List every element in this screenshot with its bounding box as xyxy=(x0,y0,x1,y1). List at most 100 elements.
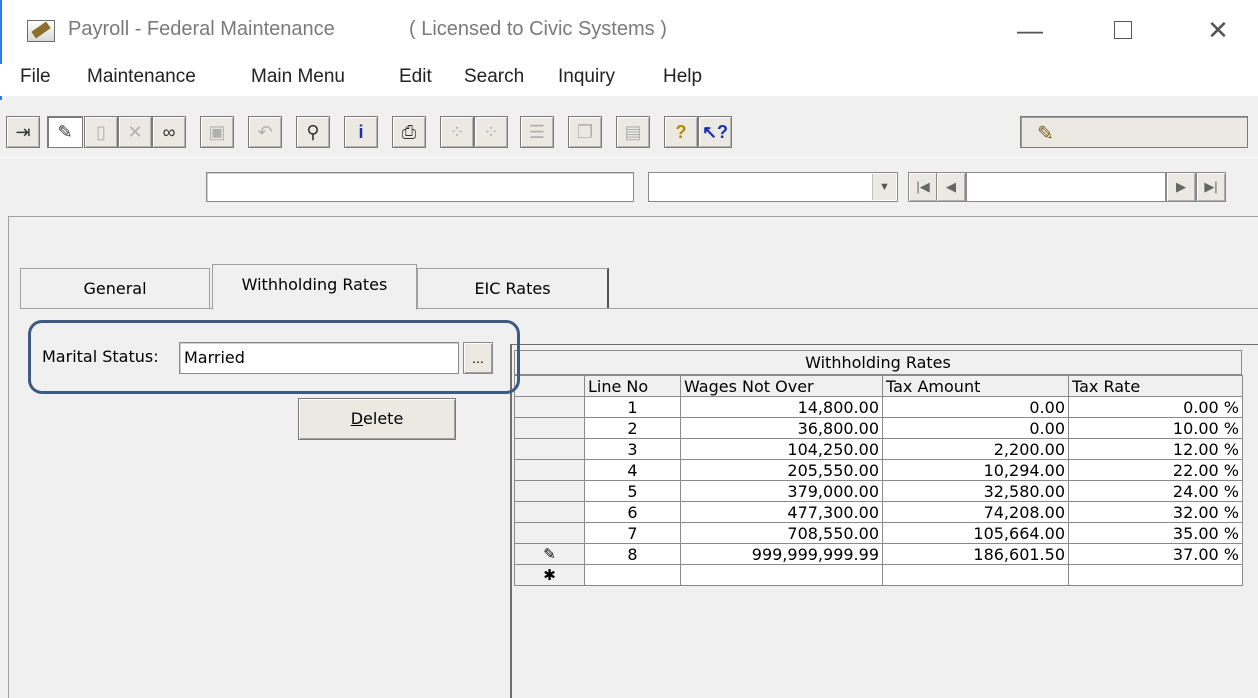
row-selector[interactable] xyxy=(514,522,585,544)
line-no-cell[interactable]: 4 xyxy=(584,459,681,481)
table-row[interactable]: 6 477,300.00 74,208.00 32.00 % xyxy=(514,501,1243,523)
close-button[interactable]: ✕ xyxy=(1188,10,1248,50)
wages-cell[interactable]: 477,300.00 xyxy=(680,501,883,523)
tab-general[interactable]: General xyxy=(20,268,210,308)
list-icon: ☰ xyxy=(528,121,546,142)
tax-amount-cell[interactable]: 105,664.00 xyxy=(882,522,1069,544)
tax-amount-cell[interactable]: 32,580.00 xyxy=(882,480,1069,502)
tax-rate-cell[interactable]: 0.00 % xyxy=(1068,396,1243,418)
wages-cell[interactable]: 36,800.00 xyxy=(680,417,883,439)
menu-search[interactable]: Search xyxy=(464,66,524,88)
tax-rate-cell[interactable]: 22.00 % xyxy=(1068,459,1243,481)
menu-maintenance[interactable]: Maintenance xyxy=(87,66,196,88)
menu-main-menu[interactable]: Main Menu xyxy=(251,66,345,88)
view-glasses-icon: ∞ xyxy=(162,121,176,142)
row-selector[interactable] xyxy=(514,438,585,460)
list-button[interactable]: ☰ xyxy=(520,116,554,148)
tax-rate-cell[interactable]: 35.00 % xyxy=(1068,522,1243,544)
chevron-down-icon[interactable]: ▼ xyxy=(872,174,896,200)
next-record-button[interactable]: ▶ xyxy=(1166,172,1196,202)
prev-group-button[interactable]: ⁘ xyxy=(440,116,474,148)
tax-amount-cell[interactable]: 10,294.00 xyxy=(882,459,1069,481)
tax-rate-cell[interactable]: 37.00 % xyxy=(1068,543,1243,565)
tax-amount-cell[interactable]: 74,208.00 xyxy=(882,501,1069,523)
tax-amount-cell[interactable]: 2,200.00 xyxy=(882,438,1069,460)
view-button[interactable]: ∞ xyxy=(152,116,186,148)
line-no-cell[interactable]: 8 xyxy=(584,543,681,565)
print-button[interactable]: ⎙ xyxy=(392,116,426,148)
edit-row-pencil-icon[interactable]: ✎ xyxy=(514,543,585,565)
wages-cell[interactable]: 14,800.00 xyxy=(680,396,883,418)
line-no-cell[interactable]: 5 xyxy=(584,480,681,502)
column-header-line-no[interactable]: Line No xyxy=(584,375,681,397)
menu-help[interactable]: Help xyxy=(663,66,702,88)
table-row[interactable]: 5 379,000.00 32,580.00 24.00 % xyxy=(514,480,1243,502)
tax-rate-cell[interactable]: 24.00 % xyxy=(1068,480,1243,502)
exit-icon: ⇥ xyxy=(15,121,31,142)
record-select[interactable]: ▼ xyxy=(648,172,898,202)
column-header-tax-rate[interactable]: Tax Rate xyxy=(1068,375,1243,397)
wages-cell[interactable]: 205,550.00 xyxy=(680,459,883,481)
undo-button[interactable]: ↶ xyxy=(248,116,282,148)
tax-rate-cell[interactable] xyxy=(1068,564,1243,586)
row-selector[interactable] xyxy=(514,480,585,502)
line-no-cell[interactable] xyxy=(584,564,681,586)
row-selector[interactable] xyxy=(514,459,585,481)
wages-cell[interactable]: 104,250.00 xyxy=(680,438,883,460)
wages-cell[interactable]: 708,550.00 xyxy=(680,522,883,544)
context-help-button[interactable]: ↖? xyxy=(698,116,732,148)
line-no-cell[interactable]: 3 xyxy=(584,438,681,460)
info-button[interactable]: i xyxy=(344,116,378,148)
wages-cell[interactable] xyxy=(680,564,883,586)
line-no-cell[interactable]: 2 xyxy=(584,417,681,439)
tax-amount-cell[interactable] xyxy=(882,564,1069,586)
prev-record-button[interactable]: ◀ xyxy=(936,172,966,202)
row-selector[interactable] xyxy=(514,396,585,418)
menu-file[interactable]: File xyxy=(20,66,51,88)
tax-amount-cell[interactable]: 0.00 xyxy=(882,396,1069,418)
tax-rate-cell[interactable]: 10.00 % xyxy=(1068,417,1243,439)
first-record-button[interactable]: |◀ xyxy=(908,172,938,202)
help-button[interactable]: ? xyxy=(664,116,698,148)
notes-button[interactable]: ▤ xyxy=(616,116,650,148)
wages-cell[interactable]: 999,999,999.99 xyxy=(680,543,883,565)
new-row[interactable]: ✱ xyxy=(514,564,1243,586)
table-row[interactable]: 1 14,800.00 0.00 0.00 % xyxy=(514,396,1243,418)
line-no-cell[interactable]: 1 xyxy=(584,396,681,418)
tax-amount-cell[interactable]: 0.00 xyxy=(882,417,1069,439)
row-selector[interactable] xyxy=(514,417,585,439)
last-record-button[interactable]: ▶| xyxy=(1196,172,1226,202)
row-selector[interactable] xyxy=(514,501,585,523)
copy-button[interactable]: ❐ xyxy=(568,116,602,148)
tax-rate-cell[interactable]: 12.00 % xyxy=(1068,438,1243,460)
new-record-button[interactable]: ▯ xyxy=(84,116,118,148)
edit-button[interactable]: ✎ xyxy=(47,116,83,148)
table-row[interactable]: 2 36,800.00 0.00 10.00 % xyxy=(514,417,1243,439)
minimize-button[interactable]: — xyxy=(1000,10,1060,50)
tax-rate-cell[interactable]: 32.00 % xyxy=(1068,501,1243,523)
tab-withholding-rates[interactable]: Withholding Rates xyxy=(212,264,417,310)
record-search-input[interactable] xyxy=(206,172,634,202)
table-row[interactable]: ✎ 8 999,999,999.99 186,601.50 37.00 % xyxy=(514,543,1243,565)
wages-cell[interactable]: 379,000.00 xyxy=(680,480,883,502)
table-row[interactable]: 7 708,550.00 105,664.00 35.00 % xyxy=(514,522,1243,544)
table-row[interactable]: 4 205,550.00 10,294.00 22.00 % xyxy=(514,459,1243,481)
next-group-button[interactable]: ⁘ xyxy=(474,116,508,148)
column-header-wages[interactable]: Wages Not Over xyxy=(680,375,883,397)
record-position-track[interactable] xyxy=(966,172,1166,202)
exit-button[interactable]: ⇥ xyxy=(6,116,40,148)
table-row[interactable]: 3 104,250.00 2,200.00 12.00 % xyxy=(514,438,1243,460)
column-header-tax-amount[interactable]: Tax Amount xyxy=(882,375,1069,397)
save-button[interactable]: ▣ xyxy=(200,116,234,148)
menu-inquiry[interactable]: Inquiry xyxy=(558,66,615,88)
line-no-cell[interactable]: 6 xyxy=(584,501,681,523)
find-button[interactable]: ⚲ xyxy=(296,116,330,148)
row-selector-header[interactable] xyxy=(514,375,585,397)
delete-record-button[interactable]: ✕ xyxy=(118,116,152,148)
tab-eic-rates[interactable]: EIC Rates xyxy=(417,268,609,308)
delete-button[interactable]: Delete xyxy=(298,398,456,440)
tax-amount-cell[interactable]: 186,601.50 xyxy=(882,543,1069,565)
menu-edit[interactable]: Edit xyxy=(399,66,432,88)
new-row-asterisk-icon[interactable]: ✱ xyxy=(514,564,585,586)
line-no-cell[interactable]: 7 xyxy=(584,522,681,544)
